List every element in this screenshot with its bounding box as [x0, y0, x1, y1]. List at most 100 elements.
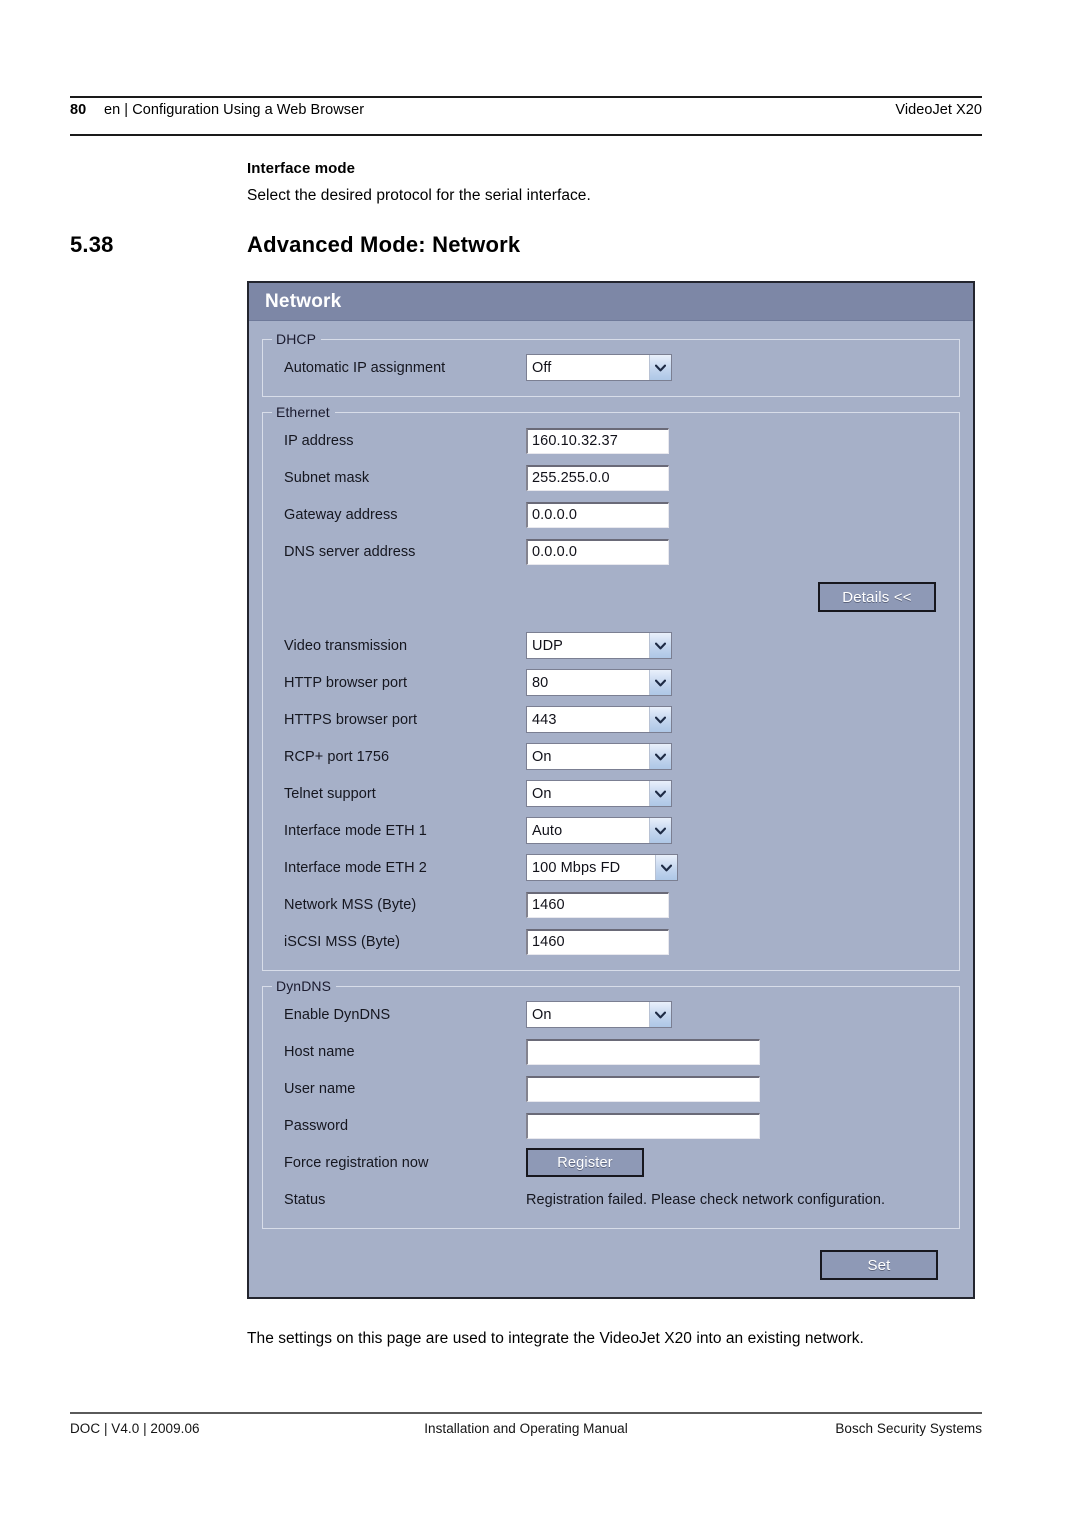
- select-video-transmission-value: UDP: [532, 637, 563, 654]
- field-iscsi-mss: 1460: [526, 928, 959, 955]
- label-status: Status: [284, 1191, 326, 1208]
- field-network-mss: 1460: [526, 891, 959, 918]
- label-iscsi-mss: iSCSI MSS (Byte): [284, 933, 401, 950]
- field-interface-mode-eth-2: 100 Mbps FD: [526, 854, 959, 881]
- row-interface-mode-eth-2: Interface mode ETH 2 100 Mbps FD: [263, 849, 959, 886]
- field-rcp-port-1756: On: [526, 743, 959, 770]
- row-status: Status Registration failed. Please check…: [263, 1181, 959, 1218]
- field-dns-server-address: 0.0.0.0: [526, 538, 959, 565]
- page-number: 80: [70, 102, 87, 118]
- row-force-registration: Force registration now Register: [263, 1144, 959, 1181]
- select-interface-mode-eth-1-value: Auto: [532, 822, 563, 839]
- chevron-down-icon[interactable]: [649, 818, 671, 843]
- chevron-down-icon[interactable]: [655, 855, 677, 880]
- register-button[interactable]: Register: [526, 1148, 644, 1177]
- network-settings-panel: Network DHCP Automatic IP assignment Off: [247, 281, 975, 1299]
- label-network-mss: Network MSS (Byte): [284, 896, 417, 913]
- row-user-name: User name: [263, 1070, 959, 1107]
- field-host-name: [526, 1038, 959, 1065]
- label-force-registration-now: Force registration now: [284, 1154, 429, 1171]
- label-enable-dyndns: Enable DynDNS: [284, 1006, 391, 1023]
- field-password: [526, 1112, 959, 1139]
- row-enable-dyndns: Enable DynDNS On: [263, 996, 959, 1033]
- details-button-row: Details <<: [263, 570, 959, 614]
- footer-manual-title: Installation and Operating Manual: [424, 1421, 628, 1436]
- set-button-row: Set: [262, 1236, 960, 1284]
- password-input[interactable]: [526, 1112, 760, 1139]
- select-https-browser-port-value: 443: [532, 711, 557, 728]
- field-user-name: [526, 1075, 959, 1102]
- section-title: Advanced Mode: Network: [247, 232, 521, 257]
- header-rule-bottom: [70, 134, 982, 136]
- dhcp-group-legend: DHCP: [276, 331, 317, 347]
- label-gateway-address: Gateway address: [284, 506, 398, 523]
- chevron-down-icon[interactable]: [649, 781, 671, 806]
- footer-doc-version: DOC | V4.0 | 2009.06: [70, 1421, 200, 1436]
- row-gateway-address: Gateway address 0.0.0.0: [263, 496, 959, 533]
- user-name-input[interactable]: [526, 1075, 760, 1102]
- row-telnet-support: Telnet support On: [263, 775, 959, 812]
- label-automatic-ip-assignment: Automatic IP assignment: [284, 359, 446, 376]
- select-telnet-support[interactable]: On: [526, 780, 672, 807]
- network-mss-input[interactable]: 1460: [526, 891, 669, 918]
- label-http-browser-port: HTTP browser port: [284, 674, 408, 691]
- field-telnet-support: On: [526, 780, 959, 807]
- select-automatic-ip-assignment[interactable]: Off: [526, 354, 672, 381]
- row-network-mss: Network MSS (Byte) 1460: [263, 886, 959, 923]
- ethernet-group-legend: Ethernet: [276, 404, 330, 420]
- panel-body: DHCP Automatic IP assignment Off Etherne…: [249, 321, 973, 1297]
- row-video-transmission: Video transmission UDP: [263, 627, 959, 664]
- row-password: Password: [263, 1107, 959, 1144]
- select-http-browser-port[interactable]: 80: [526, 669, 672, 696]
- dns-server-address-input[interactable]: 0.0.0.0: [526, 538, 669, 565]
- chevron-down-icon[interactable]: [649, 744, 671, 769]
- row-iscsi-mss: iSCSI MSS (Byte) 1460: [263, 923, 959, 960]
- field-http-browser-port: 80: [526, 669, 959, 696]
- dyndns-group-legend: DynDNS: [276, 978, 332, 994]
- row-subnet-mask: Subnet mask 255.255.0.0: [263, 459, 959, 496]
- select-https-browser-port[interactable]: 443: [526, 706, 672, 733]
- page-header: 80 en | Configuration Using a Web Browse…: [70, 96, 982, 136]
- set-button[interactable]: Set: [820, 1250, 938, 1280]
- row-ip-address: IP address 160.10.32.37: [263, 422, 959, 459]
- host-name-input[interactable]: [526, 1038, 760, 1065]
- chevron-down-icon[interactable]: [649, 707, 671, 732]
- label-password: Password: [284, 1117, 349, 1134]
- label-user-name: User name: [284, 1080, 356, 1097]
- select-automatic-ip-assignment-value: Off: [532, 359, 552, 376]
- page-footer: DOC | V4.0 | 2009.06 Installation and Op…: [70, 1412, 982, 1436]
- subnet-mask-input[interactable]: 255.255.0.0: [526, 464, 669, 491]
- status-value: Registration failed. Please check networ…: [526, 1191, 886, 1208]
- intro-title: Interface mode: [247, 160, 356, 177]
- field-ip-address: 160.10.32.37: [526, 427, 959, 454]
- label-rcp-port-1756: RCP+ port 1756: [284, 748, 390, 765]
- field-force-registration: Register: [526, 1148, 959, 1177]
- chevron-down-icon[interactable]: [649, 1002, 671, 1027]
- chevron-down-icon[interactable]: [649, 355, 671, 380]
- select-rcp-port-1756[interactable]: On: [526, 743, 672, 770]
- chevron-down-icon[interactable]: [649, 633, 671, 658]
- field-enable-dyndns: On: [526, 1001, 959, 1028]
- select-telnet-support-value: On: [532, 785, 552, 802]
- field-video-transmission: UDP: [526, 632, 959, 659]
- gateway-address-input[interactable]: 0.0.0.0: [526, 501, 669, 528]
- select-http-browser-port-value: 80: [532, 674, 549, 691]
- select-interface-mode-eth-1[interactable]: Auto: [526, 817, 672, 844]
- select-interface-mode-eth-2[interactable]: 100 Mbps FD: [526, 854, 678, 881]
- select-enable-dyndns-value: On: [532, 1006, 552, 1023]
- label-video-transmission: Video transmission: [284, 637, 408, 654]
- product-name: VideoJet X20: [895, 102, 982, 118]
- details-button[interactable]: Details <<: [818, 582, 936, 612]
- iscsi-mss-input[interactable]: 1460: [526, 928, 669, 955]
- row-host-name: Host name: [263, 1033, 959, 1070]
- chevron-down-icon[interactable]: [649, 670, 671, 695]
- ethernet-group: Ethernet IP address 160.10.32.37 Subnet …: [262, 404, 960, 971]
- label-interface-mode-eth-1: Interface mode ETH 1: [284, 822, 427, 839]
- field-subnet-mask: 255.255.0.0: [526, 464, 959, 491]
- ip-address-input[interactable]: 160.10.32.37: [526, 427, 669, 454]
- dhcp-group: DHCP Automatic IP assignment Off: [262, 331, 960, 397]
- select-video-transmission[interactable]: UDP: [526, 632, 672, 659]
- header-row: 80 en | Configuration Using a Web Browse…: [70, 98, 982, 132]
- select-enable-dyndns[interactable]: On: [526, 1001, 672, 1028]
- field-automatic-ip-assignment: Off: [526, 354, 959, 381]
